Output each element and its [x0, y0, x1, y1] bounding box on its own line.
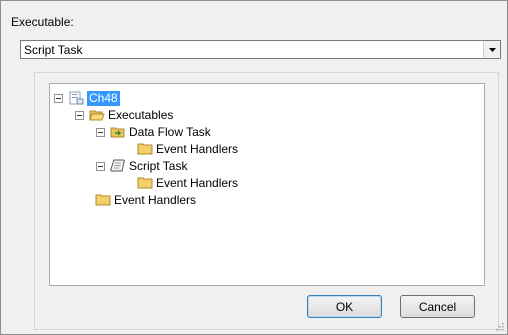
collapse-icon[interactable]	[75, 110, 84, 120]
data-flow-task-icon	[110, 127, 125, 138]
tree-node-root[interactable]: Ch48	[54, 90, 120, 106]
tree-node-script-task-label: Script Task	[129, 159, 188, 173]
executable-tree[interactable]: Ch48 Executables Data Flow Task Event Ha…	[49, 83, 485, 286]
script-task-icon	[110, 159, 125, 172]
tree-node-script-task[interactable]: Script Task	[96, 158, 187, 174]
collapse-icon[interactable]	[54, 93, 63, 103]
executable-selector-dialog: Executable: Script Task Ch48 Executables…	[0, 0, 508, 335]
folder-open-icon	[89, 110, 105, 121]
tree-node-root-event-handlers-label: Event Handlers	[114, 193, 197, 207]
tree-node-data-flow-task-label: Data Flow Task	[129, 125, 211, 139]
collapse-icon[interactable]	[96, 127, 105, 137]
tree-node-root-label: Ch48	[87, 90, 120, 106]
folder-icon	[137, 177, 153, 189]
executable-dropdown[interactable]: Script Task	[20, 40, 501, 59]
tree-node-root-event-handlers[interactable]: Event Handlers	[95, 192, 196, 208]
tree-node-script-task-event-handlers-label: Event Handlers	[156, 176, 239, 190]
cancel-button[interactable]: Cancel	[400, 295, 475, 318]
resize-grip-icon[interactable]	[494, 321, 504, 331]
package-icon	[69, 91, 84, 105]
tree-node-script-task-event-handlers[interactable]: Event Handlers	[137, 175, 238, 191]
ok-button[interactable]: OK	[307, 295, 382, 318]
tree-node-data-flow-event-handlers[interactable]: Event Handlers	[137, 141, 238, 157]
tree-panel: Ch48 Executables Data Flow Task Event Ha…	[34, 72, 499, 330]
tree-node-executables-label: Executables	[108, 108, 174, 122]
executable-label: Executable:	[11, 15, 74, 29]
folder-icon	[137, 143, 153, 155]
collapse-icon[interactable]	[96, 161, 105, 171]
dropdown-arrow-icon[interactable]	[483, 41, 500, 58]
tree-node-data-flow-event-handlers-label: Event Handlers	[156, 142, 239, 156]
tree-node-executables[interactable]: Executables	[75, 107, 173, 123]
tree-node-data-flow-task[interactable]: Data Flow Task	[96, 124, 211, 140]
executable-dropdown-value: Script Task	[24, 43, 83, 57]
folder-icon	[95, 194, 111, 206]
